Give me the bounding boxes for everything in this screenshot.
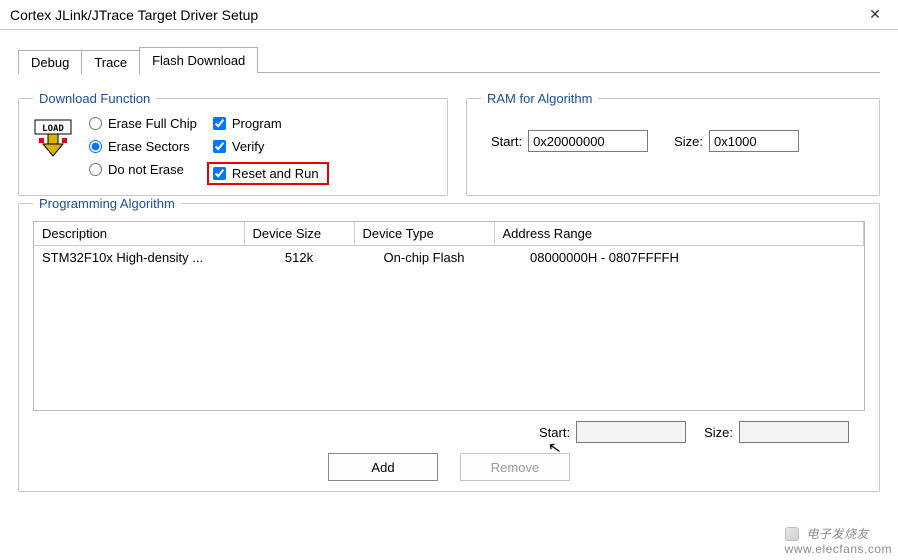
- radio-do-not-erase[interactable]: Do not Erase: [89, 162, 197, 177]
- checkbox-verify[interactable]: Verify: [213, 139, 329, 154]
- group-programming-algorithm: Programming Algorithm Description Device…: [18, 196, 880, 492]
- label-ram-start: Start:: [491, 134, 522, 149]
- col-description[interactable]: Description: [34, 222, 244, 246]
- add-button[interactable]: Add: [328, 453, 438, 481]
- svg-text:LOAD: LOAD: [42, 124, 64, 134]
- table-header-row: Description Device Size Device Type Addr…: [34, 222, 864, 246]
- legend-programming-algorithm: Programming Algorithm: [33, 196, 181, 211]
- col-device-type[interactable]: Device Type: [354, 222, 494, 246]
- radio-erase-full-chip[interactable]: Erase Full Chip: [89, 116, 197, 131]
- radio-erase-sectors[interactable]: Erase Sectors: [89, 139, 197, 154]
- load-icon: LOAD: [33, 118, 73, 158]
- legend-ram-for-algorithm: RAM for Algorithm: [481, 91, 598, 106]
- group-download-function: Download Function LOAD Erase Fu: [18, 91, 448, 196]
- watermark: 电子发烧友 www.elecfans.com: [785, 525, 892, 556]
- checkbox-reset-and-run[interactable]: Reset and Run: [213, 166, 319, 181]
- window-title: Cortex JLink/JTrace Target Driver Setup: [10, 7, 852, 23]
- tab-trace[interactable]: Trace: [81, 50, 140, 74]
- input-alg-size: [739, 421, 849, 443]
- tab-strip: Debug Trace Flash Download: [18, 46, 880, 72]
- legend-download-function: Download Function: [33, 91, 156, 106]
- tab-flash-download[interactable]: Flash Download: [139, 47, 258, 73]
- input-ram-size[interactable]: [709, 130, 799, 152]
- close-icon[interactable]: ✕: [852, 0, 898, 30]
- algorithm-table[interactable]: Description Device Size Device Type Addr…: [33, 221, 865, 411]
- label-alg-size: Size:: [704, 425, 733, 440]
- input-ram-start[interactable]: [528, 130, 648, 152]
- remove-button[interactable]: Remove: [460, 453, 570, 481]
- highlight-reset-and-run: Reset and Run: [207, 162, 329, 185]
- titlebar: Cortex JLink/JTrace Target Driver Setup …: [0, 0, 898, 30]
- label-ram-size: Size:: [674, 134, 703, 149]
- group-ram-for-algorithm: RAM for Algorithm Start: Size:: [466, 91, 880, 196]
- table-row[interactable]: STM32F10x High-density ... 512k On-chip …: [34, 246, 864, 270]
- input-alg-start: [576, 421, 686, 443]
- col-address-range[interactable]: Address Range: [494, 222, 864, 246]
- tab-debug[interactable]: Debug: [18, 50, 82, 74]
- watermark-logo-icon: [785, 527, 799, 541]
- col-device-size[interactable]: Device Size: [244, 222, 354, 246]
- checkbox-program[interactable]: Program: [213, 116, 329, 131]
- label-alg-start: Start:: [539, 425, 570, 440]
